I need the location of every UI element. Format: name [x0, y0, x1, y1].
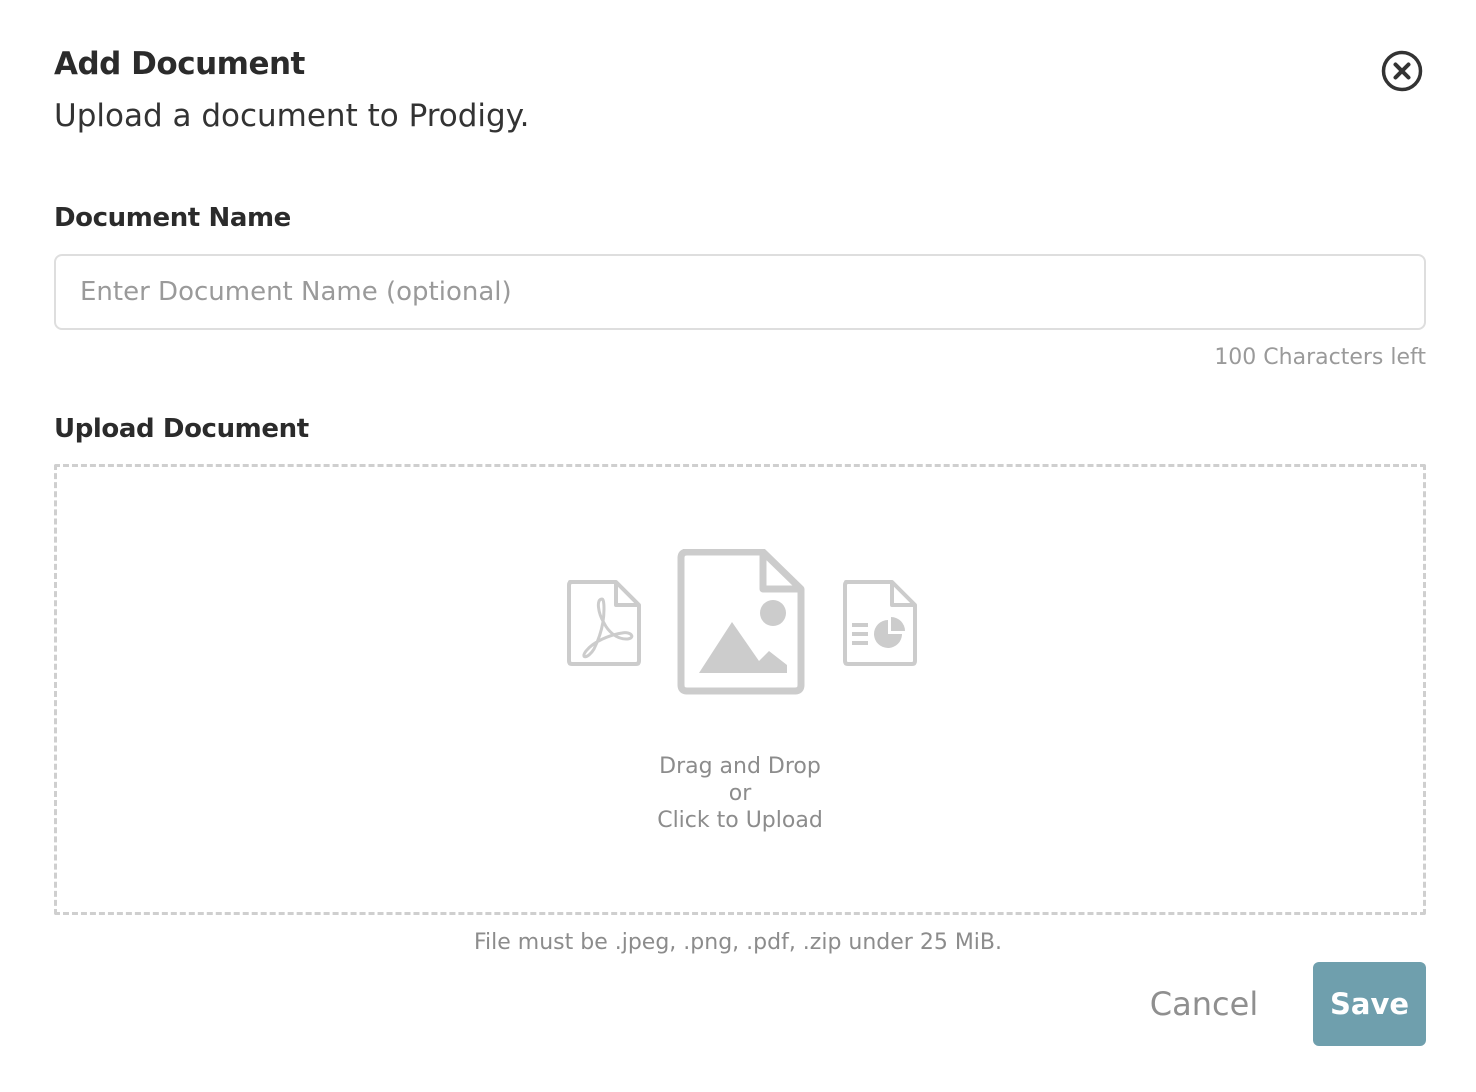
chart-file-icon: [843, 580, 917, 666]
close-button[interactable]: [1380, 49, 1424, 93]
add-document-dialog: Add Document Upload a document to Prodig…: [0, 0, 1476, 1092]
document-name-input[interactable]: [54, 254, 1426, 330]
save-button[interactable]: Save: [1313, 962, 1426, 1046]
drop-text-line3: Click to Upload: [657, 808, 823, 833]
drop-text-line1: Drag and Drop: [659, 754, 821, 779]
file-type-icons: [57, 549, 1423, 699]
image-file-icon: [677, 549, 805, 695]
close-circle-icon: [1381, 50, 1423, 92]
drop-text-line2: or: [728, 781, 752, 806]
document-name-label: Document Name: [54, 203, 291, 233]
dialog-subtitle: Upload a document to Prodigy.: [54, 98, 530, 134]
dropzone-instructions: Drag and Drop or Click to Upload: [57, 753, 1423, 834]
upload-document-label: Upload Document: [54, 414, 309, 444]
cancel-button[interactable]: Cancel: [1134, 962, 1274, 1046]
pdf-file-icon: [567, 580, 641, 666]
characters-left-counter: 100 Characters left: [1214, 345, 1426, 370]
upload-dropzone[interactable]: Drag and Drop or Click to Upload: [54, 464, 1426, 915]
dialog-title: Add Document: [54, 46, 305, 82]
file-requirements-hint: File must be .jpeg, .png, .pdf, .zip und…: [473, 930, 1003, 955]
